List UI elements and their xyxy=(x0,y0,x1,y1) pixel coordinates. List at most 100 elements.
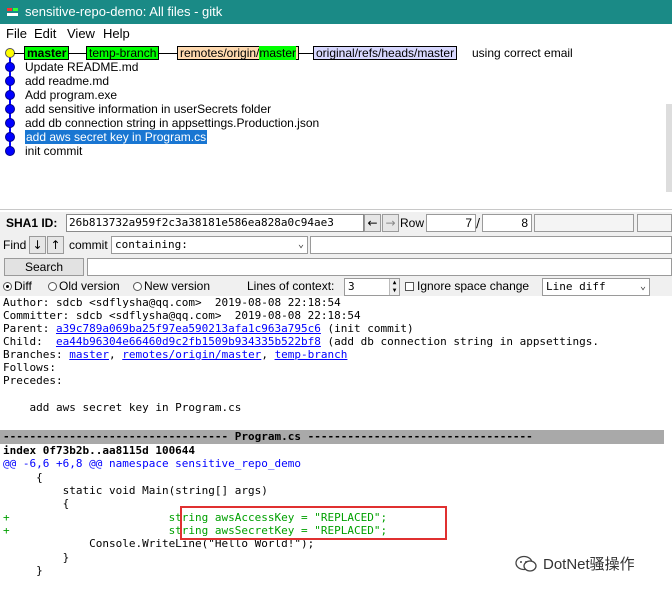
find-input[interactable] xyxy=(310,236,672,254)
commit-node[interactable] xyxy=(5,76,15,86)
chevron-down-icon: ⌄ xyxy=(297,239,304,250)
commit-message-row[interactable]: init commit xyxy=(25,144,82,158)
row-number: 7 xyxy=(426,214,476,232)
commit-node[interactable] xyxy=(5,118,15,128)
window-title: sensitive-repo-demo: All files - gitk xyxy=(25,4,223,19)
commit-node[interactable] xyxy=(5,146,15,156)
diff-mode-select[interactable]: Line diff ⌄ xyxy=(542,278,650,296)
diff-file-header: ---------------------------------- Progr… xyxy=(0,430,664,444)
diff-context-line: { xyxy=(3,471,43,484)
find-bar: Find ↓ ↑ commit containing: ⌄ xyxy=(0,234,672,256)
diff-context-line: static void Main(string[] args) xyxy=(3,484,268,497)
child-line: Child: ea44b96304e66460d9c2fb1509b934335… xyxy=(3,335,599,348)
commit-message-row[interactable]: Add program.exe xyxy=(25,88,117,102)
sha-input[interactable]: 26b813732a959f2c3a38181e586ea828a0c94ae3 xyxy=(66,214,364,232)
follows-line: Follows: xyxy=(3,361,56,374)
checkbox-icon xyxy=(405,282,414,291)
new-version-radio[interactable]: New version xyxy=(133,279,210,293)
wechat-icon xyxy=(515,555,537,572)
child-desc: (add db connection string in appsettings… xyxy=(320,335,600,348)
commit-message-row[interactable]: Update README.md xyxy=(25,60,138,74)
find-mode-value: containing: xyxy=(115,238,188,251)
commit-history-pane: master temp-branch remotes/origin/master… xyxy=(0,44,672,210)
diff-hunk-header: @@ -6,6 +6,8 @@ namespace sensitive_repo… xyxy=(3,457,302,470)
find-up-arrow-icon[interactable]: ↑ xyxy=(47,236,64,254)
committer-line: Committer: sdcb <sdflysha@qq.com> 2019-0… xyxy=(3,309,361,322)
history-scrollbar[interactable] xyxy=(666,104,672,192)
diff-options-bar: Diff Old version New version Lines of co… xyxy=(0,278,672,296)
branch-link[interactable]: temp-branch xyxy=(275,348,348,361)
context-spinbox[interactable]: 3 ▲ ▼ xyxy=(344,278,400,296)
new-version-label: New version xyxy=(144,279,211,293)
spin-arrows-icon[interactable]: ▲ ▼ xyxy=(389,279,399,295)
diff-context-line: } xyxy=(3,551,70,564)
parent-line: Parent: a39c789a069ba25f97ea590213afa1c9… xyxy=(3,322,414,335)
progress-field xyxy=(534,214,634,232)
commit-message-row[interactable]: add sensitive information in userSecrets… xyxy=(25,102,271,116)
menu-bar: File Edit View Help xyxy=(0,24,672,44)
parent-desc: (init commit) xyxy=(320,322,414,335)
sha-bar: SHA1 ID: 26b813732a959f2c3a38181e586ea82… xyxy=(0,212,672,234)
branch-link[interactable]: remotes/origin/master xyxy=(122,348,261,361)
commit-message-row-selected[interactable]: add aws secret key in Program.cs xyxy=(25,130,208,144)
diff-radio-label: Diff xyxy=(14,279,32,293)
search-input[interactable] xyxy=(87,258,672,276)
branches-label: Branches: xyxy=(3,348,70,361)
find-commit-label: commit xyxy=(69,238,108,252)
menu-file[interactable]: File xyxy=(6,26,27,41)
radio-icon xyxy=(48,282,57,291)
commit-node[interactable] xyxy=(5,132,15,142)
find-down-arrow-icon[interactable]: ↓ xyxy=(29,236,46,254)
ref-original-master[interactable]: original/refs/heads/master xyxy=(313,46,458,60)
diff-radio[interactable]: Diff xyxy=(3,279,32,293)
ref-remote-origin-master[interactable]: remotes/origin/master xyxy=(177,46,300,60)
search-button[interactable]: Search xyxy=(4,258,84,276)
diff-context-line: } xyxy=(3,564,43,577)
find-mode-select[interactable]: containing: ⌄ xyxy=(111,236,308,254)
ref-branch-master[interactable]: master xyxy=(24,46,70,60)
commit-message: add aws secret key in Program.cs xyxy=(3,401,242,414)
commit-node[interactable] xyxy=(5,90,15,100)
forward-arrow-icon[interactable]: → xyxy=(382,214,399,232)
commit-details-pane: Author: sdcb <sdflysha@qq.com> 2019-08-0… xyxy=(0,296,672,592)
menu-edit[interactable]: Edit xyxy=(34,26,56,41)
remote-branch-name: master xyxy=(259,46,297,60)
precedes-line: Precedes: xyxy=(3,374,63,387)
row-separator: / xyxy=(476,216,481,230)
commit-message-row[interactable]: using correct email xyxy=(472,46,573,60)
back-arrow-icon[interactable]: ← xyxy=(364,214,381,232)
sha-label: SHA1 ID: xyxy=(6,216,58,230)
radio-icon xyxy=(133,282,142,291)
diff-mode-value: Line diff xyxy=(546,280,606,293)
search-bar: Search xyxy=(0,256,672,278)
remote-prefix: remotes/origin/ xyxy=(180,46,260,60)
old-version-radio[interactable]: Old version xyxy=(48,279,120,293)
menu-help[interactable]: Help xyxy=(103,26,130,41)
commit-message-row[interactable]: add readme.md xyxy=(25,74,109,88)
ref-branch-temp-branch[interactable]: temp-branch xyxy=(86,46,160,60)
commit-message-row[interactable]: add db connection string in appsettings.… xyxy=(25,116,319,130)
radio-selected-icon xyxy=(3,282,12,291)
highlight-box xyxy=(180,506,447,540)
ignore-space-checkbox[interactable]: Ignore space change xyxy=(405,279,529,293)
author-line: Author: sdcb <sdflysha@qq.com> 2019-08-0… xyxy=(3,296,341,309)
watermark-text: DotNet骚操作 xyxy=(543,556,635,573)
diff-index-line: index 0f73b2b..aa8115d 100644 xyxy=(3,444,196,457)
menu-view[interactable]: View xyxy=(67,26,95,41)
commit-node[interactable] xyxy=(5,104,15,114)
child-sha-link[interactable]: ea44b96304e66460d9c2fb1509b934335b522bf8 xyxy=(56,335,321,348)
parent-sha-link[interactable]: a39c789a069ba25f97ea590213afa1c963a795c6 xyxy=(56,322,321,335)
commit-node[interactable] xyxy=(5,62,15,72)
parent-label: Parent: xyxy=(3,322,56,335)
ignore-space-label: Ignore space change xyxy=(417,279,530,293)
context-value: 3 xyxy=(348,280,355,293)
child-label: Child: xyxy=(3,335,56,348)
gitk-app-icon xyxy=(6,6,19,18)
row-label: Row xyxy=(400,216,425,230)
old-version-label: Old version xyxy=(59,279,120,293)
chevron-down-icon: ⌄ xyxy=(639,281,646,292)
row-total: 8 xyxy=(482,214,532,232)
context-label: Lines of context: xyxy=(247,279,335,293)
diff-context-line: { xyxy=(3,497,70,510)
branch-link[interactable]: master xyxy=(69,348,109,361)
